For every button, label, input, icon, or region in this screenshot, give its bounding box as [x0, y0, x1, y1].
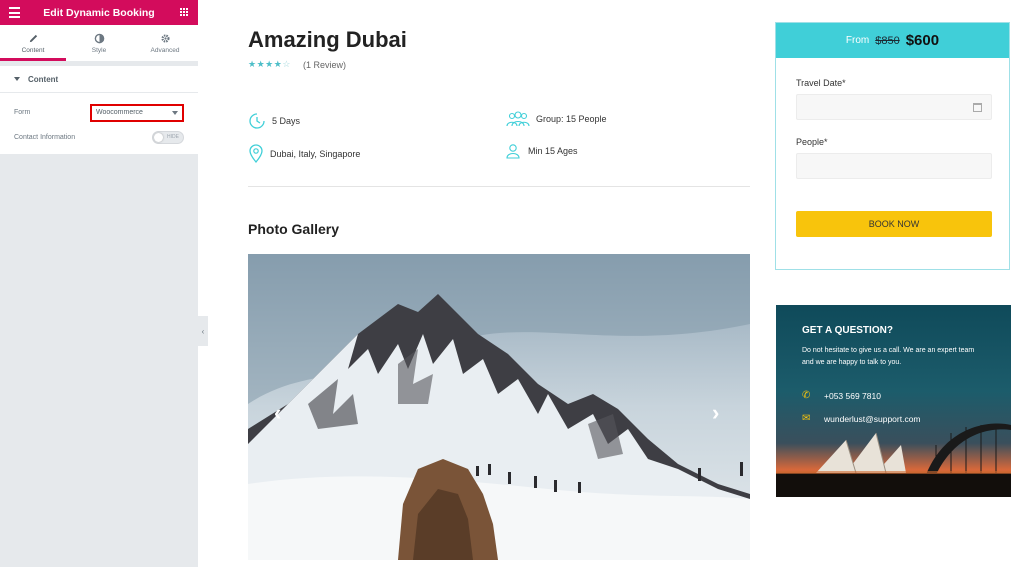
question-text: Do not hesitate to give us a call. We ar…	[802, 347, 975, 366]
contrast-icon	[94, 33, 104, 43]
star-icon: ★	[256, 59, 266, 69]
gallery-title: Photo Gallery	[248, 221, 340, 237]
group-icon	[506, 111, 530, 127]
widgets-grid-icon[interactable]	[180, 8, 189, 17]
person-icon	[506, 144, 520, 159]
pencil-icon	[29, 34, 37, 42]
tab-style-label: Style	[91, 46, 107, 54]
question-title: GET A QUESTION?	[802, 325, 893, 336]
tab-content-label: Content	[21, 46, 45, 54]
current-price: $600	[905, 32, 940, 49]
booking-form: From $850 $600 Travel Date* People* BOOK…	[775, 22, 1010, 270]
contact-information-toggle[interactable]: HIDE	[152, 131, 184, 144]
form-select[interactable]: Woocommerce	[90, 104, 184, 122]
calendar-icon[interactable]	[973, 103, 982, 112]
gear-icon	[160, 33, 170, 43]
editor-title: Edit Dynamic Booking	[43, 6, 155, 19]
people-label: People*	[796, 137, 828, 147]
editor-tabs: Content Style Advanced	[0, 25, 198, 62]
chevron-down-icon	[172, 111, 178, 115]
phone-icon: ✆	[802, 390, 811, 401]
contact-phone[interactable]: ✆ +053 569 7810	[802, 390, 881, 401]
toggle-knob	[154, 133, 163, 142]
gallery-next-arrow[interactable]: ›	[712, 400, 719, 426]
travel-date-label: Travel Date*	[796, 78, 846, 88]
section-divider	[248, 186, 750, 187]
contact-information-label: Contact Information	[14, 134, 76, 141]
section-toggle-content[interactable]: Content	[0, 66, 198, 93]
map-pin-icon	[249, 144, 263, 163]
photo-gallery-slider[interactable]	[248, 254, 750, 560]
tab-advanced-label: Advanced	[150, 46, 180, 54]
tab-style[interactable]: Style	[66, 25, 132, 61]
age-text: Min 15 Ages	[528, 146, 578, 156]
review-count[interactable]: (1 Review)	[303, 60, 346, 70]
star-empty-icon: ☆	[282, 59, 291, 69]
tour-title: Amazing Dubai	[248, 27, 407, 52]
question-card: GET A QUESTION? Do not hesitate to give …	[776, 305, 1011, 497]
price-header: From $850 $600	[776, 23, 1009, 58]
travel-date-input[interactable]	[796, 94, 992, 120]
toggle-text: HIDE	[167, 134, 179, 140]
star-icon: ★	[265, 59, 274, 69]
caret-down-icon	[14, 77, 20, 81]
duration-info: 5 Days	[248, 112, 300, 130]
editor-header: Edit Dynamic Booking	[0, 0, 198, 25]
price-from-label: From	[845, 35, 870, 46]
phone-number: +053 569 7810	[824, 390, 881, 401]
rating-stars: ★★★★☆	[248, 59, 291, 70]
menu-icon[interactable]	[9, 7, 20, 21]
form-select-value: Woocommerce	[96, 109, 143, 116]
contact-email[interactable]: ✉ wunderlust@support.com	[802, 413, 921, 424]
location-text: Dubai, Italy, Singapore	[270, 148, 361, 159]
envelope-icon: ✉	[802, 413, 811, 424]
clock-icon	[249, 113, 265, 129]
age-info: Min 15 Ages	[506, 143, 578, 159]
collapse-panel-handle[interactable]: ‹	[198, 316, 208, 346]
form-label: Form	[14, 109, 31, 116]
section-title: Content	[28, 74, 59, 84]
star-icon: ★	[248, 59, 257, 69]
location-info: Dubai, Italy, Singapore	[248, 144, 360, 163]
email-address: wunderlust@support.com	[824, 413, 921, 424]
tab-advanced[interactable]: Advanced	[132, 25, 198, 61]
tab-content[interactable]: Content	[0, 25, 66, 61]
people-input[interactable]	[796, 153, 992, 179]
group-text: Group: 15 People	[536, 114, 607, 124]
mountain-photo	[248, 254, 750, 560]
duration-text: 5 Days	[272, 116, 301, 126]
gallery-prev-arrow[interactable]: ‹	[274, 400, 281, 426]
chevron-left-icon: ‹	[201, 326, 205, 336]
book-now-button[interactable]: BOOK NOW	[796, 211, 992, 237]
editor-panel: Edit Dynamic Booking Content Style Advan…	[0, 0, 198, 567]
old-price: $850	[875, 34, 900, 47]
group-info: Group: 15 People	[506, 111, 607, 127]
